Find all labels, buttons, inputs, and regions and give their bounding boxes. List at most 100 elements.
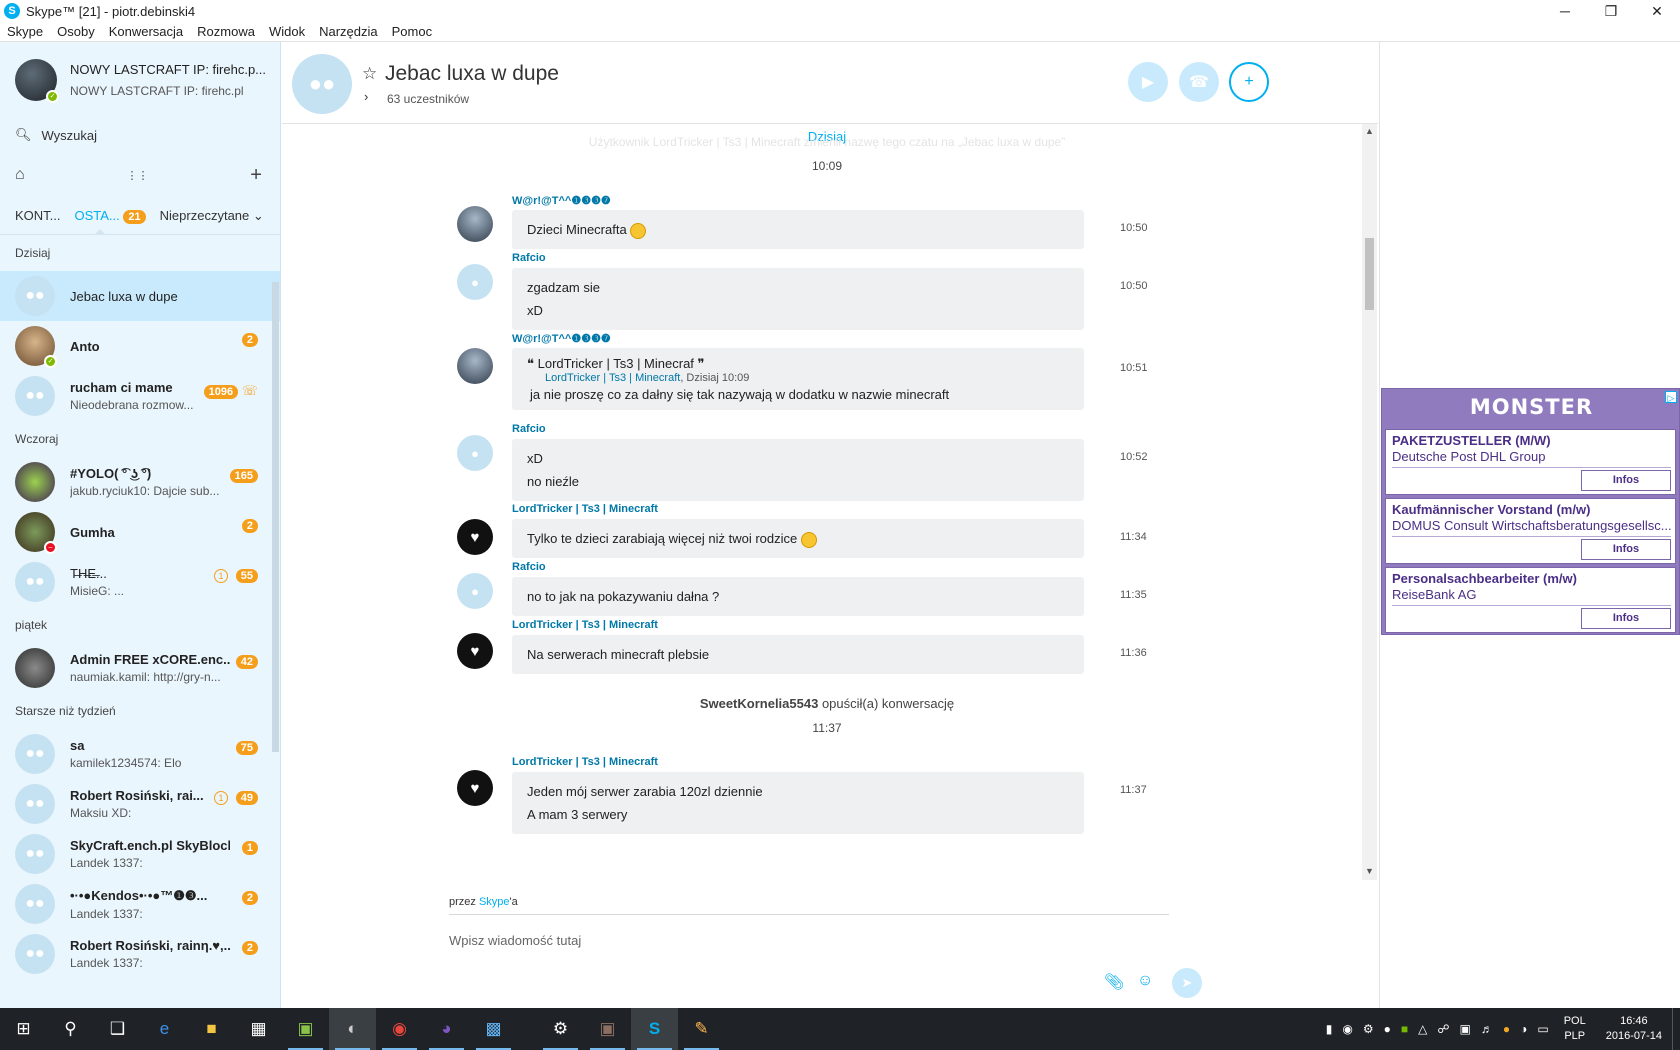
menu-osoby[interactable]: Osoby: [50, 24, 102, 39]
sender-name[interactable]: LordTricker | Ts3 | Minecraft: [512, 619, 658, 631]
conversation-item[interactable]: ●● sa kamilek1234574: Elo 75: [0, 729, 280, 779]
taskbar-skype[interactable]: S: [631, 1008, 678, 1050]
sender-name[interactable]: Rafcio: [512, 252, 546, 264]
conversation-item[interactable]: ●● T̶H̶E̶... MisieG: ... 1 55: [0, 557, 280, 607]
home-icon[interactable]: ⌂: [15, 166, 25, 184]
maximize-button[interactable]: ❐: [1588, 0, 1634, 22]
conversation-item[interactable]: ✓ Anto 2: [0, 321, 280, 371]
add-icon[interactable]: +: [250, 164, 262, 187]
ad-job-listing[interactable]: Kaufmännischer Vorstand (m/w) DOMUS Cons…: [1385, 498, 1676, 564]
sender-avatar[interactable]: [457, 206, 493, 242]
taskbar-edge[interactable]: e: [141, 1008, 188, 1050]
participants-count[interactable]: 63 uczestników: [387, 92, 469, 106]
tray-app-icon[interactable]: ◑: [1520, 1022, 1527, 1036]
sender-name[interactable]: W@r!@T^^❶❸❸❼: [512, 194, 611, 207]
task-view-button[interactable]: ❑: [94, 1008, 141, 1050]
filter-dropdown[interactable]: Nieprzeczytane ⌄: [160, 208, 264, 224]
sender-avatar[interactable]: ♥: [457, 519, 493, 555]
clock[interactable]: 16:46 2016-07-14: [1606, 1014, 1662, 1044]
conversation-item[interactable]: – Gumha 2: [0, 507, 280, 557]
quote-author[interactable]: LordTricker | Ts3 | Minecraft: [545, 372, 680, 384]
tab-recent[interactable]: OSTA... 21: [75, 208, 146, 224]
message-bubble[interactable]: xD no nieźle: [512, 439, 1084, 501]
taskbar-chrome[interactable]: ◉: [376, 1008, 423, 1050]
conversation-item[interactable]: ●● •·•●Kendos•·•●™❶❸... Landek 1337: 2: [0, 879, 280, 929]
taskbar-steam[interactable]: ⚙: [537, 1008, 584, 1050]
message-bubble[interactable]: no to jak na pokazywaniu dałna ?: [512, 577, 1084, 616]
tray-app-icon[interactable]: △: [1418, 1022, 1427, 1036]
group-avatar[interactable]: ●●: [292, 54, 352, 114]
emoticon-icon[interactable]: ☺: [1137, 972, 1153, 990]
taskbar-paint[interactable]: ✎: [678, 1008, 725, 1050]
conversation-item[interactable]: #YOLO( ͡° ͜ʖ ͡°) jakub.ryciuk10: Dajcie s…: [0, 457, 280, 507]
via-skype-link[interactable]: Skype: [479, 896, 510, 908]
sender-avatar[interactable]: ●: [457, 573, 493, 609]
job-info-button[interactable]: Infos: [1581, 539, 1671, 560]
job-info-button[interactable]: Infos: [1581, 608, 1671, 629]
tray-app-icon[interactable]: ●: [1384, 1022, 1391, 1036]
message-bubble[interactable]: Na serwerach minecraft plebsie: [512, 635, 1084, 674]
menu-narzedzia[interactable]: Narzędzia: [312, 24, 385, 39]
taskbar-app[interactable]: ▣: [282, 1008, 329, 1050]
start-button[interactable]: ⊞: [0, 1008, 47, 1050]
sidebar-scrollbar[interactable]: [272, 282, 279, 752]
scrollbar-thumb[interactable]: [1365, 238, 1374, 310]
send-button[interactable]: ➤: [1172, 968, 1202, 998]
search-bar[interactable]: 🔍︎ Wyszukaj: [0, 117, 280, 153]
star-icon[interactable]: ☆: [362, 64, 377, 84]
tray-app-icon[interactable]: ●: [1503, 1022, 1510, 1036]
steam-tray-icon[interactable]: ⚙: [1363, 1022, 1374, 1036]
volume-icon[interactable]: ♬: [1481, 1022, 1493, 1036]
action-center-icon[interactable]: ▭: [1537, 1022, 1548, 1036]
search-input[interactable]: Wyszukaj: [42, 128, 98, 143]
message-bubble[interactable]: zgadzam sie xD: [512, 268, 1084, 330]
taskbar-store[interactable]: ▦: [235, 1008, 282, 1050]
language-indicator[interactable]: POL PLP: [1564, 1014, 1586, 1044]
sender-name[interactable]: LordTricker | Ts3 | Minecraft: [512, 756, 658, 768]
nvidia-icon[interactable]: ■: [1401, 1022, 1408, 1036]
voice-call-button[interactable]: ☎: [1179, 62, 1219, 102]
minimize-button[interactable]: ─: [1542, 0, 1588, 22]
tray-app-icon[interactable]: ☍: [1437, 1022, 1449, 1036]
conversation-title[interactable]: Jebac luxa w dupe: [385, 62, 559, 86]
add-participant-button[interactable]: +: [1229, 62, 1269, 102]
conversation-item[interactable]: ●● Jebac luxa w dupe: [0, 271, 280, 321]
show-desktop-button[interactable]: [1672, 1008, 1680, 1050]
sender-name[interactable]: Rafcio: [512, 561, 546, 573]
menu-konwersacja[interactable]: Konwersacja: [102, 24, 190, 39]
message-bubble[interactable]: Jeden mój serwer zarabia 120zl dziennie …: [512, 772, 1084, 834]
scroll-up-icon[interactable]: ▲: [1365, 126, 1374, 136]
close-button[interactable]: ✕: [1634, 0, 1680, 22]
menu-widok[interactable]: Widok: [262, 24, 312, 39]
sender-avatar[interactable]: [457, 348, 493, 384]
taskbar-network-app[interactable]: ▩: [470, 1008, 517, 1050]
profile-panel[interactable]: ✓ NOWY LASTCRAFT IP: firehc.p... NOWY LA…: [0, 42, 280, 117]
ad-job-listing[interactable]: Personalsachbearbeiter (m/w) ReiseBank A…: [1385, 567, 1676, 633]
taskbar-minecraft[interactable]: ▣: [584, 1008, 631, 1050]
sender-name[interactable]: Rafcio: [512, 423, 546, 435]
message-bubble[interactable]: ❝ LordTricker | Ts3 | Minecraf ❞ LordTri…: [512, 348, 1084, 410]
network-icon[interactable]: ▣: [1460, 1022, 1471, 1036]
sender-avatar[interactable]: ●: [457, 264, 493, 300]
video-call-button[interactable]: ▶: [1128, 62, 1168, 102]
sender-name[interactable]: W@r!@T^^❶❸❸❼: [512, 332, 611, 345]
menu-skype[interactable]: Skype: [0, 24, 50, 39]
sender-avatar[interactable]: ●: [457, 435, 493, 471]
sender-avatar[interactable]: ♥: [457, 770, 493, 806]
conversation-item[interactable]: ●● Robert Rosiński, rai... Maksiu XD: 1 4…: [0, 779, 280, 829]
conversation-item[interactable]: ●● rucham ci mame Nieodebrana rozmow... 1…: [0, 371, 280, 421]
ad-job-listing[interactable]: PAKETZUSTELLER (M/W) Deutsche Post DHL G…: [1385, 429, 1676, 495]
chevron-right-icon[interactable]: ›: [364, 89, 368, 104]
taskbar-app[interactable]: ◕: [423, 1008, 470, 1050]
taskbar-app[interactable]: ◐: [329, 1008, 376, 1050]
profile-avatar[interactable]: ✓: [15, 58, 59, 103]
conversation-item[interactable]: Admin FREE xCORE.enc... naumiak.kamil: ht…: [0, 643, 280, 693]
menu-rozmowa[interactable]: Rozmowa: [190, 24, 262, 39]
chat-scrollbar[interactable]: ▲ ▼: [1362, 124, 1377, 880]
dialpad-icon[interactable]: ⋮⋮: [126, 169, 148, 182]
sender-avatar[interactable]: ♥: [457, 633, 493, 669]
scroll-down-icon[interactable]: ▼: [1365, 866, 1374, 876]
message-bubble[interactable]: Dzieci Minecrafta: [512, 210, 1084, 249]
tab-contacts[interactable]: KONT...: [15, 208, 61, 223]
conversation-item[interactable]: ●● Robert Rosiński, rainη.♥,... Landek 13…: [0, 929, 280, 979]
